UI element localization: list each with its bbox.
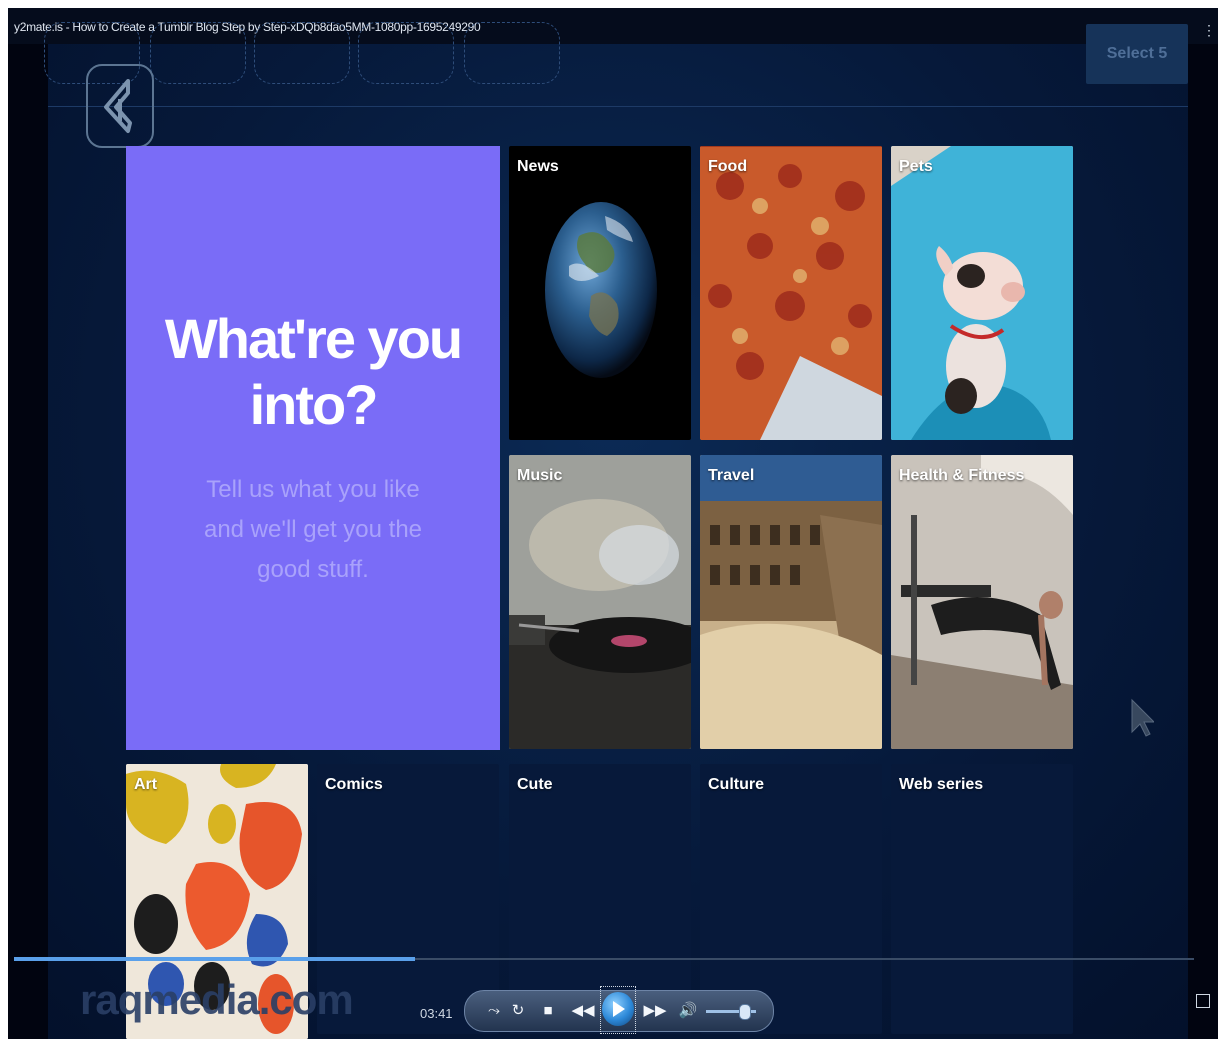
logo-icon: [86, 64, 154, 148]
category-travel[interactable]: Travel: [700, 455, 882, 749]
play-button[interactable]: [600, 986, 636, 1034]
ghost-tab: [464, 22, 560, 84]
category-food[interactable]: Food: [700, 146, 882, 440]
next-icon[interactable]: ▶▶: [641, 1001, 669, 1021]
category-label: Art: [134, 776, 158, 793]
record-player-image: [509, 455, 691, 749]
more-icon[interactable]: ⋮: [1202, 22, 1216, 39]
stop-icon[interactable]: ■: [537, 1001, 559, 1021]
ghost-tab: [254, 22, 350, 84]
category-pets[interactable]: Pets: [891, 146, 1073, 440]
mouse-cursor-icon: [1131, 698, 1154, 737]
letterbox-left: [8, 8, 48, 1039]
video-player: y2mate.is - How to Create a Tumblr Blog …: [8, 8, 1218, 1039]
hero-title: What're you into?: [164, 307, 463, 436]
category-label: Culture: [708, 776, 764, 793]
category-music[interactable]: Music: [509, 455, 691, 749]
repeat-icon[interactable]: ↻: [507, 1001, 529, 1021]
play-triangle: [613, 1001, 625, 1017]
earth-image: [545, 202, 657, 378]
pizza-image: [700, 146, 882, 440]
seek-bar-progress: [14, 957, 416, 961]
category-label: Travel: [708, 467, 755, 484]
category-health-fitness[interactable]: Health & Fitness: [891, 455, 1073, 749]
shuffle-icon[interactable]: ⤳: [483, 1001, 505, 1021]
category-web-series[interactable]: Web series: [891, 764, 1073, 1034]
watermark: raqmedia.com: [80, 976, 354, 1023]
category-label: Health & Fitness: [899, 467, 1025, 484]
volume-slider-thumb[interactable]: [738, 1004, 751, 1020]
previous-icon[interactable]: ◀◀: [569, 1001, 597, 1021]
pig-image: [891, 146, 1073, 440]
category-label: Food: [708, 158, 748, 175]
hero-subtitle: Tell us what you like and we'll get you …: [203, 476, 423, 583]
category-label: Web series: [899, 776, 984, 793]
time-display: 03:41: [420, 1006, 453, 1021]
letterbox-right: [1188, 8, 1218, 1039]
category-label: Music: [517, 467, 563, 484]
ghost-tab: [358, 22, 454, 84]
hero-card: What're you into? Tell us what you like …: [126, 146, 500, 750]
amphitheater-image: [700, 455, 882, 749]
select-button[interactable]: Select 5: [1086, 24, 1188, 84]
workout-image: [891, 455, 1073, 749]
category-news[interactable]: News: [509, 146, 691, 440]
category-label: Pets: [899, 158, 933, 175]
fullscreen-icon[interactable]: [1196, 994, 1210, 1008]
video-frame: y2mate.is - How to Create a Tumblr Blog …: [8, 8, 1218, 1039]
divider: [48, 106, 1188, 107]
ghost-tab: [150, 22, 246, 84]
category-label: Cute: [517, 776, 553, 793]
volume-icon[interactable]: 🔊: [677, 1001, 699, 1021]
category-label: News: [517, 158, 559, 175]
category-label: Comics: [325, 776, 383, 793]
